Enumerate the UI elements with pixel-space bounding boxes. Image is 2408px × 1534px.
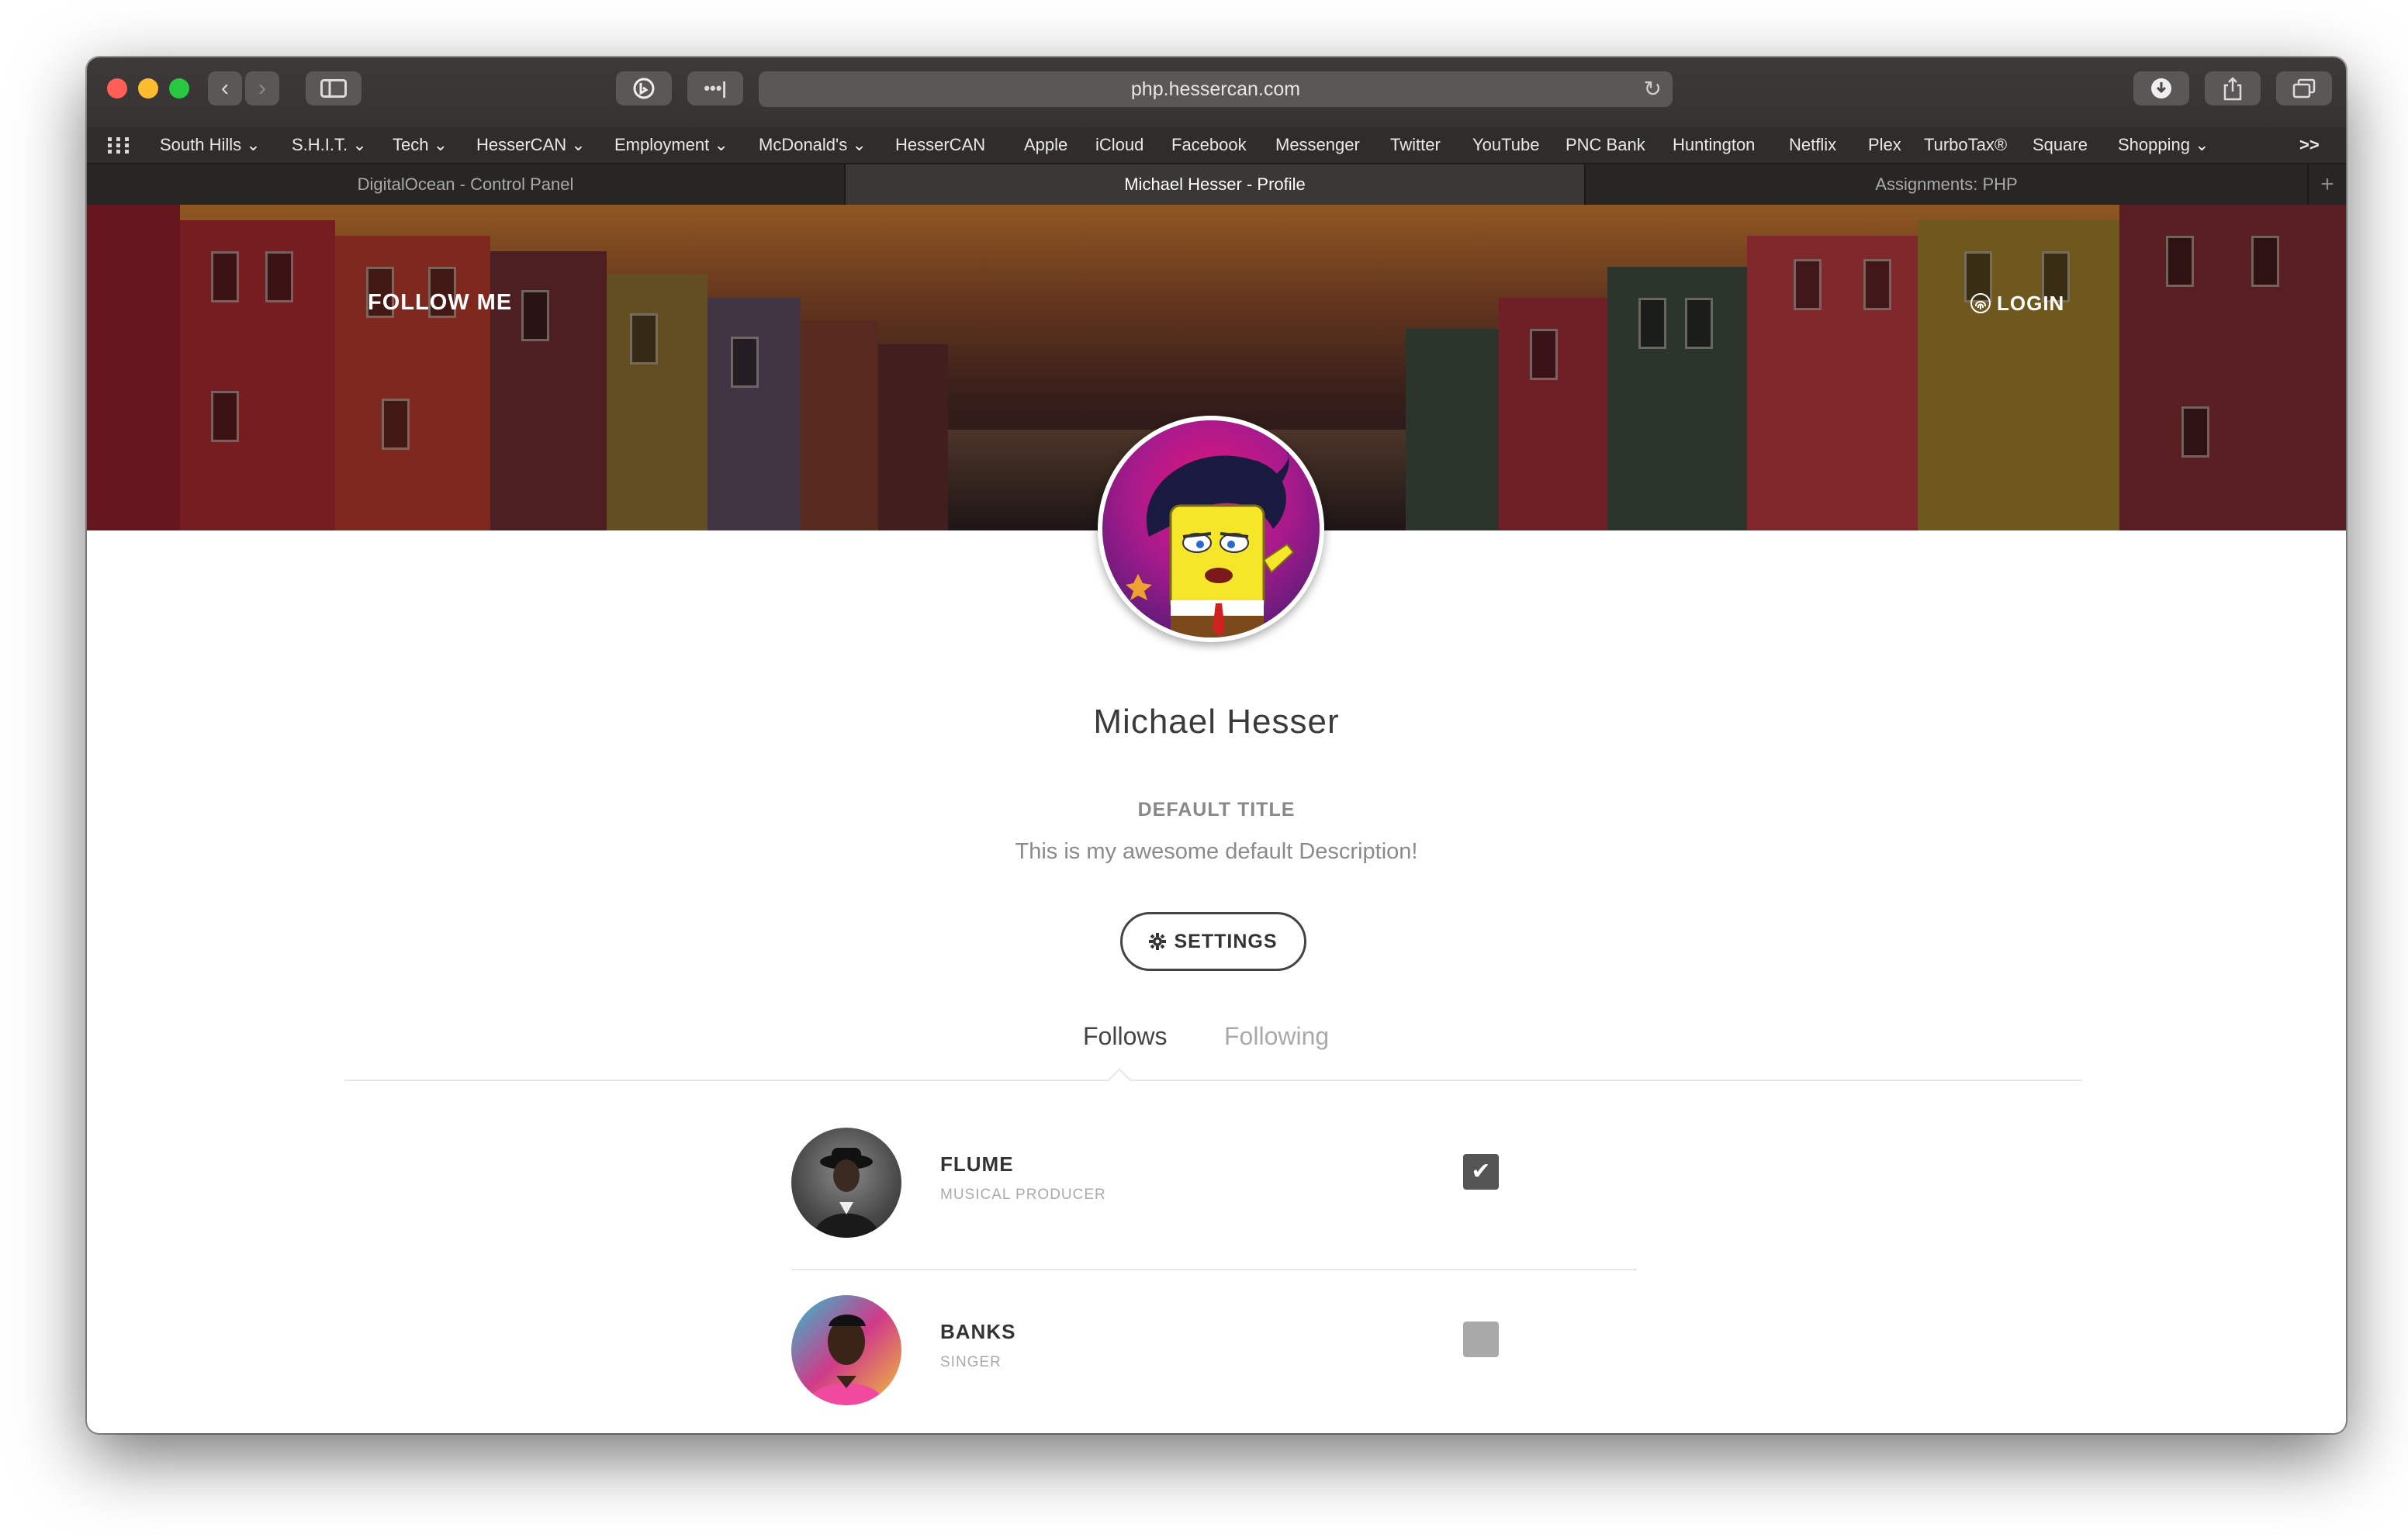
bookmarks-overflow-button[interactable]: >> — [2299, 127, 2320, 163]
tabs-overview-icon — [2292, 78, 2316, 98]
bookmark-link[interactable]: Huntington — [1673, 127, 1755, 163]
follow-name: FLUME — [940, 1152, 1014, 1176]
settings-label: SETTINGS — [1174, 931, 1278, 952]
bookmark-link[interactable]: iCloud — [1095, 127, 1143, 163]
bookmark-link[interactable]: Plex — [1868, 127, 1901, 163]
forward-button[interactable]: › — [245, 71, 279, 105]
bookmark-folder[interactable]: Employment ⌄ — [614, 127, 728, 163]
dots-icon: •••| — [704, 78, 727, 98]
chevron-down-icon: ⌄ — [433, 135, 448, 154]
zoom-window-button[interactable] — [169, 78, 189, 98]
bookmark-folder[interactable]: S.H.I.T. ⌄ — [292, 127, 367, 163]
profile-avatar — [1098, 416, 1324, 642]
close-window-button[interactable] — [107, 78, 127, 98]
avatar — [791, 1128, 901, 1238]
bookmark-label: S.H.I.T. — [292, 135, 348, 154]
bookmark-label: South Hills — [160, 135, 242, 154]
downloads-button[interactable] — [2133, 71, 2189, 105]
chevron-down-icon: ⌄ — [571, 135, 586, 154]
tab-divider — [344, 1080, 2082, 1081]
url-text: php.hessercan.com — [1130, 78, 1301, 100]
follow-role: MUSICAL PRODUCER — [940, 1187, 1106, 1203]
follow-checkbox[interactable] — [1463, 1322, 1499, 1357]
bookmark-label: Shopping — [2118, 135, 2190, 154]
bookmarks-bar: South Hills ⌄ S.H.I.T. ⌄ Tech ⌄ HesserCA… — [87, 127, 2346, 164]
follow-name: BANKS — [940, 1320, 1016, 1343]
tab-follows[interactable]: Follows — [1083, 1022, 1167, 1051]
bing-extension-icon — [633, 78, 655, 99]
chevron-left-icon: ‹ — [221, 75, 229, 101]
settings-button[interactable]: SETTINGS — [1120, 912, 1306, 971]
apps-grid-icon[interactable] — [107, 127, 130, 163]
follow-me-link[interactable]: FOLLOW ME — [368, 290, 512, 316]
chevron-down-icon: ⌄ — [2195, 135, 2209, 154]
new-tab-button[interactable]: + — [2309, 164, 2346, 205]
bookmark-link[interactable]: HesserCAN — [895, 127, 985, 163]
bookmark-link[interactable]: Twitter — [1390, 127, 1441, 163]
bookmark-folder[interactable]: Shopping ⌄ — [2118, 127, 2209, 163]
extension-button[interactable] — [616, 71, 672, 105]
browser-window: ‹ › •••| php.hessercan.com ↻ South Hills… — [87, 57, 2346, 1433]
tab-following[interactable]: Following — [1224, 1022, 1329, 1051]
plus-icon: + — [2320, 171, 2334, 197]
profile-name: Michael Hesser — [1093, 703, 1340, 741]
bookmark-link[interactable]: Square — [2033, 127, 2088, 163]
active-tab-indicator — [1107, 1068, 1132, 1093]
bookmark-link[interactable]: Messenger — [1275, 127, 1360, 163]
bookmark-label: Tech — [393, 135, 429, 154]
bookmark-folder[interactable]: McDonald's ⌄ — [759, 127, 867, 163]
login-label: LOGIN — [1997, 292, 2065, 315]
browser-toolbar: ‹ › •••| php.hessercan.com ↻ — [87, 57, 2346, 129]
login-link[interactable]: LOGIN — [1969, 292, 2064, 316]
chevron-down-icon: ⌄ — [246, 135, 261, 154]
bookmark-link[interactable]: TurboTax® — [1924, 127, 2007, 163]
share-icon — [2223, 77, 2242, 101]
browser-tab[interactable]: Assignments: PHP — [1586, 164, 2309, 205]
profile-title: DEFAULT TITLE — [1137, 799, 1296, 821]
bookmark-folder[interactable]: HesserCAN ⌄ — [476, 127, 586, 163]
gear-icon — [1149, 933, 1167, 950]
sidebar-button[interactable] — [306, 71, 362, 105]
person-photo — [807, 1315, 886, 1405]
reload-icon[interactable]: ↻ — [1644, 71, 1662, 107]
follow-checkbox[interactable]: ✔ — [1463, 1154, 1499, 1190]
bookmark-link[interactable]: Apple — [1024, 127, 1067, 163]
bookmark-link[interactable]: Netflix — [1789, 127, 1836, 163]
spongebob-illustration — [1126, 444, 1295, 637]
extension-menu-button[interactable]: •••| — [687, 71, 743, 105]
browser-tab-active[interactable]: Michael Hesser - Profile — [846, 164, 1586, 205]
bookmark-label: Employment — [614, 135, 710, 154]
bookmark-folder[interactable]: South Hills ⌄ — [160, 127, 261, 163]
list-item: FLUME MUSICAL PRODUCER ✔ — [791, 1128, 1637, 1238]
bookmark-link[interactable]: PNC Bank — [1566, 127, 1645, 163]
bookmark-label: McDonald's — [759, 135, 848, 154]
browser-tab[interactable]: DigitalOcean - Control Panel — [87, 164, 846, 205]
minimize-window-button[interactable] — [138, 78, 158, 98]
follow-role: SINGER — [940, 1354, 1002, 1370]
profile-description: This is my awesome default Description! — [1015, 839, 1418, 864]
chevron-right-icon: › — [258, 75, 266, 101]
bookmark-folder[interactable]: Tech ⌄ — [393, 127, 448, 163]
sidebar-icon — [320, 79, 347, 98]
share-button[interactable] — [2205, 71, 2261, 105]
list-item: BANKS SINGER — [791, 1295, 1637, 1405]
tab-overview-button[interactable] — [2276, 71, 2332, 105]
chevron-down-icon: ⌄ — [352, 135, 367, 154]
back-button[interactable]: ‹ — [208, 71, 242, 105]
bookmark-link[interactable]: Facebook — [1171, 127, 1247, 163]
bookmark-label: HesserCAN — [476, 135, 567, 154]
avatar-image — [1102, 420, 1320, 637]
address-bar[interactable]: php.hessercan.com ↻ — [759, 71, 1673, 107]
download-icon — [2151, 78, 2171, 98]
fingerprint-icon — [1970, 293, 1991, 313]
browser-tab-bar: DigitalOcean - Control Panel Michael Hes… — [87, 164, 2346, 206]
bookmark-link[interactable]: YouTube — [1472, 127, 1539, 163]
chevron-down-icon: ⌄ — [714, 135, 728, 154]
checkmark-icon: ✔ — [1471, 1159, 1491, 1184]
list-divider — [791, 1269, 1637, 1270]
avatar — [791, 1295, 901, 1405]
chevron-down-icon: ⌄ — [852, 135, 867, 154]
person-photo — [813, 1148, 880, 1238]
